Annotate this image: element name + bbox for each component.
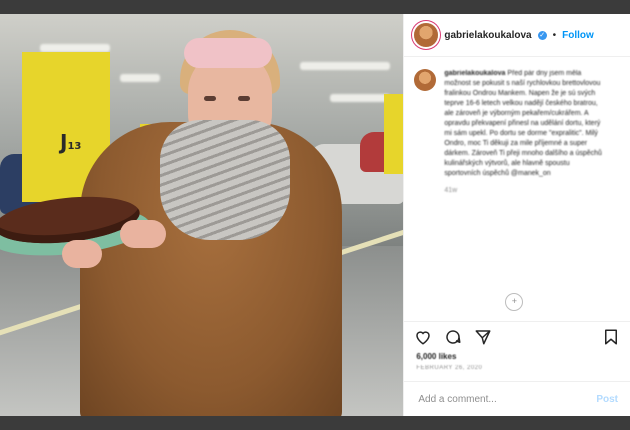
ceiling-light bbox=[300, 62, 390, 70]
hand bbox=[120, 220, 166, 248]
post-date: FEBRUARY 26, 2020 bbox=[416, 365, 483, 371]
add-comment-bar: Post bbox=[404, 381, 630, 416]
caption-comment: gabrielakoukalova Před pár dny jsem měla… bbox=[414, 69, 620, 194]
bookmark-icon[interactable] bbox=[602, 328, 620, 346]
comment-input[interactable] bbox=[416, 392, 597, 406]
yellow-pillar bbox=[384, 94, 404, 174]
post-photo[interactable]: J13 bbox=[0, 14, 404, 416]
headband bbox=[184, 38, 272, 68]
post-sidebar: gabrielakoukalova ✓ • Follow gabrielakou… bbox=[403, 14, 630, 416]
ceiling-light bbox=[120, 74, 160, 82]
scarf bbox=[160, 120, 290, 240]
caption-text: gabrielakoukalova Před pár dny jsem měla… bbox=[444, 69, 604, 179]
caption-body: Před pár dny jsem měla možnost se pokusi… bbox=[444, 70, 602, 177]
plus-circle-icon[interactable]: + bbox=[505, 293, 524, 311]
heart-icon[interactable] bbox=[414, 328, 432, 346]
ceiling-light bbox=[330, 94, 390, 102]
action-bar bbox=[404, 321, 630, 352]
avatar[interactable] bbox=[414, 23, 439, 47]
eye bbox=[238, 96, 250, 101]
username[interactable]: gabrielakoukalova bbox=[444, 30, 531, 41]
share-icon[interactable] bbox=[474, 328, 492, 346]
eye bbox=[204, 96, 216, 101]
comment-icon[interactable] bbox=[444, 328, 462, 346]
hand bbox=[62, 240, 102, 268]
post-modal: J13 gabrielakoukalova ✓ • Follow gabriel… bbox=[0, 14, 630, 416]
comments-section[interactable]: gabrielakoukalova Před pár dny jsem měla… bbox=[404, 57, 630, 321]
pillar-label: J13 bbox=[60, 130, 82, 154]
post-button[interactable]: Post bbox=[596, 394, 618, 405]
likes-count[interactable]: 6,000 likes bbox=[404, 352, 630, 361]
caption-time: 41w bbox=[444, 187, 458, 194]
separator-dot: • bbox=[552, 29, 557, 41]
ceiling-light bbox=[40, 44, 110, 52]
avatar[interactable] bbox=[414, 69, 437, 91]
post-header: gabrielakoukalova ✓ • Follow bbox=[404, 14, 630, 57]
verified-badge-icon: ✓ bbox=[537, 30, 547, 40]
follow-button[interactable]: Follow bbox=[562, 30, 594, 41]
caption-username[interactable]: gabrielakoukalova bbox=[444, 70, 505, 77]
